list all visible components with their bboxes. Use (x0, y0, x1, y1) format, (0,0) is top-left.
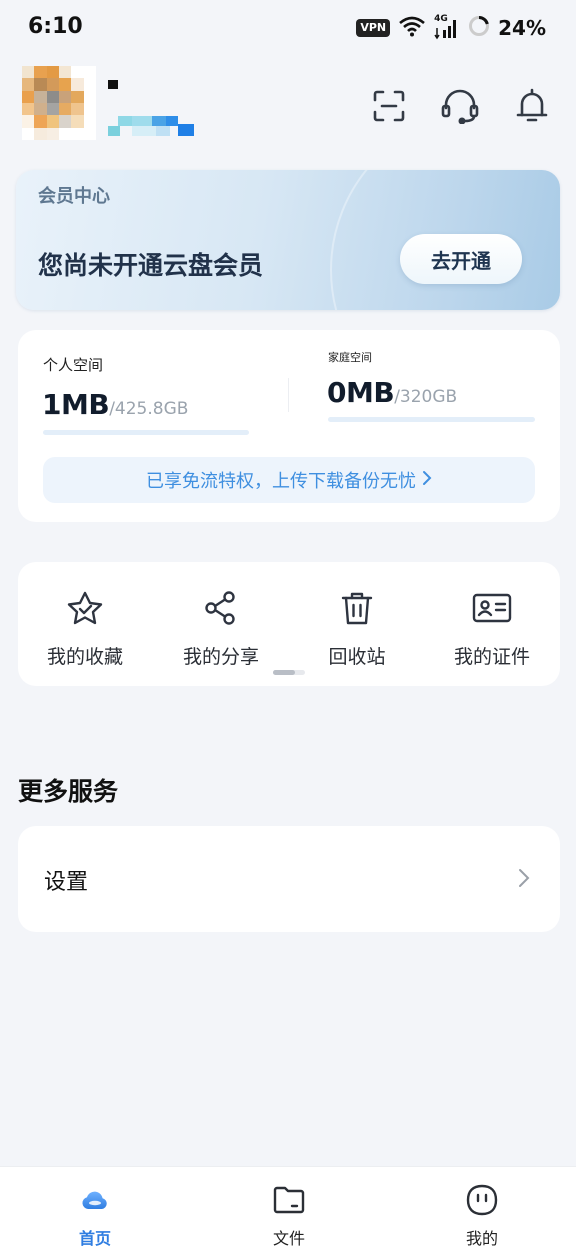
personal-space-progress-bar (43, 430, 249, 435)
data-free-perk-banner[interactable]: 已享免流特权，上传下载备份无忧 (43, 457, 535, 503)
storage-divider (288, 378, 289, 412)
my-documents-action[interactable]: 我的证件 (432, 588, 552, 669)
nav-files-label: 文件 (272, 1229, 305, 1248)
my-favorites-action[interactable]: 我的收藏 (25, 588, 145, 669)
nav-home-label: 首页 (78, 1229, 111, 1248)
cellular-signal-icon: 4G (434, 14, 460, 40)
page-indicator (273, 670, 305, 675)
family-space-label: 家庭空间 (328, 351, 372, 364)
wifi-icon (398, 15, 426, 41)
nav-home[interactable]: 首页 (45, 1181, 145, 1249)
battery-percent: 24% (498, 16, 546, 40)
recycle-bin-label: 回收站 (328, 646, 386, 668)
vpn-badge: VPN (356, 19, 391, 37)
home-cloud-icon (45, 1181, 145, 1219)
chevron-right-icon (518, 868, 530, 892)
notification-bell-icon[interactable] (512, 86, 552, 126)
settings-label: 设置 (44, 870, 89, 895)
trash-icon (297, 588, 417, 628)
quick-actions-card: 我的收藏 我的分享 回收站 我的证件 (18, 562, 560, 686)
personal-space-label: 个人空间 (43, 356, 104, 374)
perk-text: 已享免流特权，上传下载备份无忧 (146, 471, 416, 492)
bottom-navigation: 首页 文件 我的 (0, 1166, 576, 1252)
family-space-used: 0MB (327, 376, 395, 409)
nav-mine[interactable]: 我的 (432, 1181, 532, 1249)
status-time: 6:10 (28, 14, 83, 39)
my-documents-label: 我的证件 (453, 646, 530, 668)
status-indicators: VPN 4G 24% (356, 14, 546, 42)
scan-icon[interactable] (369, 86, 409, 126)
share-icon (161, 588, 281, 628)
member-center-card[interactable]: 会员中心 您尚未开通云盘会员 去开通 (16, 170, 560, 310)
member-status-text: 您尚未开通云盘会员 (38, 251, 264, 280)
open-membership-button[interactable]: 去开通 (400, 234, 522, 284)
personal-space-usage[interactable]: 1MB/425.8GB (42, 388, 188, 421)
family-space-total: /320GB (394, 387, 458, 407)
id-card-icon (432, 588, 552, 628)
family-space-usage[interactable]: 0MB/320GB (327, 376, 457, 409)
storage-card: 个人空间 1MB/425.8GB 家庭空间 0MB/320GB 已享免流特权，上… (18, 330, 560, 522)
username-obscured (108, 78, 198, 140)
avatar[interactable] (22, 66, 96, 140)
personal-space-used: 1MB (42, 388, 110, 421)
my-favorites-label: 我的收藏 (46, 646, 123, 668)
my-shares-action[interactable]: 我的分享 (161, 588, 281, 669)
status-bar: 6:10 VPN 4G 24% (0, 0, 576, 56)
nav-mine-label: 我的 (465, 1229, 498, 1248)
settings-row[interactable]: 设置 (18, 826, 560, 932)
folder-icon (239, 1181, 339, 1219)
profile-face-icon (432, 1181, 532, 1219)
battery-ring-icon (468, 15, 490, 41)
favorite-star-icon (25, 588, 145, 628)
nav-files[interactable]: 文件 (239, 1181, 339, 1249)
chevron-right-icon (422, 470, 432, 491)
member-center-title: 会员中心 (38, 186, 110, 207)
customer-service-icon[interactable] (440, 86, 480, 126)
more-services-title: 更多服务 (18, 777, 119, 806)
personal-space-total: /425.8GB (109, 399, 189, 419)
recycle-bin-action[interactable]: 回收站 (297, 588, 417, 669)
my-shares-label: 我的分享 (182, 646, 259, 668)
family-space-progress-bar (328, 417, 535, 422)
